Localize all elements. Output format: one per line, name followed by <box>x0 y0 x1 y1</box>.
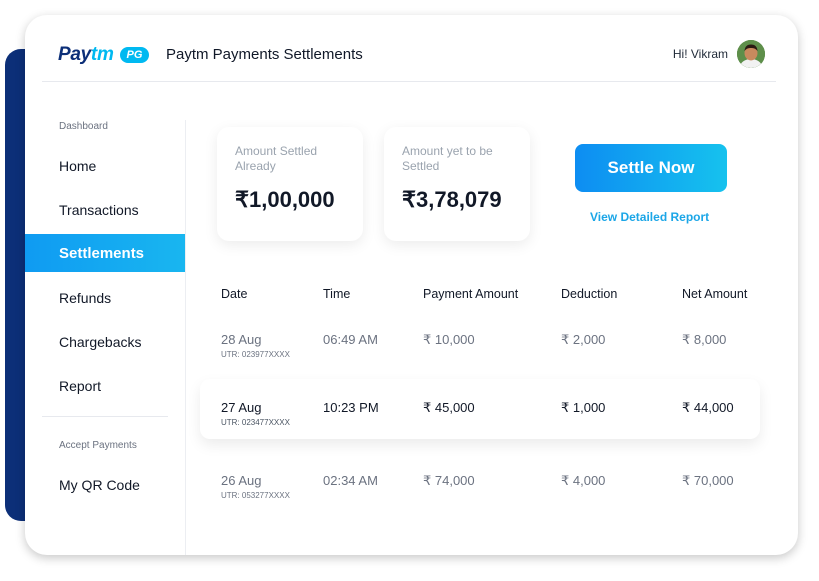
row-utr: UTR: 023477XXXX <box>221 418 290 427</box>
row-date: 26 Aug <box>221 473 262 488</box>
column-header-date: Date <box>221 287 248 301</box>
row-deduction: ₹ 2,000 <box>561 332 606 347</box>
user-greeting: Hi! Vikram <box>672 47 728 61</box>
sidebar-divider <box>185 120 186 555</box>
view-detailed-report-link[interactable]: View Detailed Report <box>590 210 709 224</box>
sidebar-item-chargebacks[interactable]: Chargebacks <box>59 334 142 350</box>
page-title: Paytm Payments Settlements <box>166 46 363 63</box>
row-utr: UTR: 053277XXXX <box>221 491 290 500</box>
stat-value: ₹1,00,000 <box>235 187 335 212</box>
sidebar-heading-accept-payments: Accept Payments <box>59 440 137 451</box>
table-row[interactable]: 28 Aug UTR: 023977XXXX 06:49 AM ₹ 10,000… <box>200 315 760 373</box>
column-header-payment-amount: Payment Amount <box>423 287 519 301</box>
sidebar-heading-dashboard: Dashboard <box>59 121 108 132</box>
pg-badge: PG <box>119 47 150 63</box>
sidebar-item-my-qr-code[interactable]: My QR Code <box>59 477 140 493</box>
row-payment-amount: ₹ 45,000 <box>423 400 475 415</box>
stat-label: Amount Settled Already <box>235 144 318 173</box>
stat-card-settled: Amount Settled Already ₹1,00,000 <box>217 127 363 241</box>
sidebar-item-transactions[interactable]: Transactions <box>59 202 139 218</box>
row-time: 02:34 AM <box>323 473 378 488</box>
sidebar-item-label: Settlements <box>59 245 145 262</box>
sidebar-separator <box>42 416 168 417</box>
row-time: 06:49 AM <box>323 332 378 347</box>
column-header-time: Time <box>323 287 351 301</box>
sidebar-item-report[interactable]: Report <box>59 378 101 394</box>
sidebar-item-settlements[interactable]: Settlements <box>25 234 185 272</box>
row-payment-amount: ₹ 74,000 <box>423 473 475 488</box>
row-deduction: ₹ 4,000 <box>561 473 606 488</box>
logo-wordmark: Paytm <box>58 44 114 66</box>
row-payment-amount: ₹ 10,000 <box>423 332 475 347</box>
row-net-amount: ₹ 70,000 <box>682 473 734 488</box>
column-header-net-amount: Net Amount <box>682 287 748 301</box>
table-row[interactable]: 26 Aug UTR: 053277XXXX 02:34 AM ₹ 74,000… <box>200 456 760 514</box>
user-avatar-icon <box>737 40 765 68</box>
header: Paytm PG Paytm Payments Settlements Hi! … <box>25 15 798 82</box>
row-time: 10:23 PM <box>323 400 379 415</box>
column-header-deduction: Deduction <box>561 287 618 301</box>
logo-pay-text: Pay <box>58 44 91 65</box>
row-utr: UTR: 023977XXXX <box>221 350 290 359</box>
row-date: 27 Aug <box>221 400 262 415</box>
stat-card-pending: Amount yet to be Settled ₹3,78,079 <box>384 127 530 241</box>
sidebar-item-home[interactable]: Home <box>59 158 96 174</box>
stat-label: Amount yet to be Settled <box>402 144 493 173</box>
avatar[interactable] <box>737 40 765 68</box>
sidebar-item-refunds[interactable]: Refunds <box>59 290 111 306</box>
app-window: Paytm PG Paytm Payments Settlements Hi! … <box>25 15 798 555</box>
row-deduction: ₹ 1,000 <box>561 400 606 415</box>
stat-value: ₹3,78,079 <box>402 187 502 212</box>
table-row-highlighted[interactable]: 27 Aug UTR: 023477XXXX 10:23 PM ₹ 45,000… <box>200 379 760 439</box>
row-net-amount: ₹ 8,000 <box>682 332 727 347</box>
settle-now-button[interactable]: Settle Now <box>575 144 727 192</box>
logo-tm-text: tm <box>90 44 114 65</box>
paytm-pg-logo[interactable]: Paytm PG <box>58 44 150 66</box>
header-divider <box>42 81 776 82</box>
row-date: 28 Aug <box>221 332 262 347</box>
row-net-amount: ₹ 44,000 <box>682 400 734 415</box>
